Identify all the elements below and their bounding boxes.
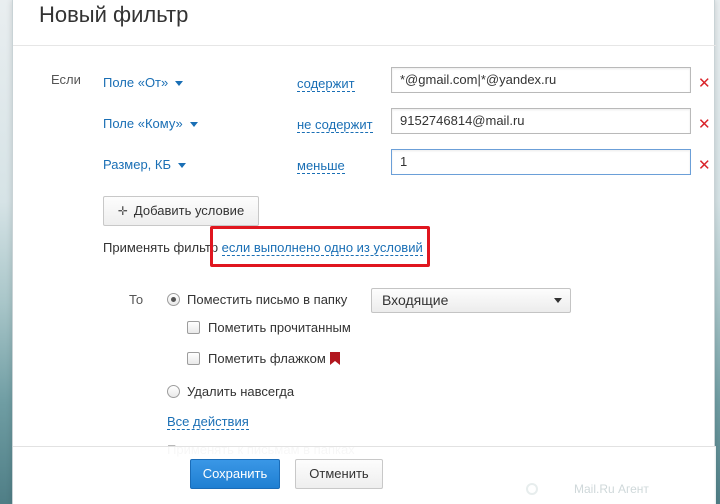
- condition-value-input-1[interactable]: *@gmail.com|*@yandex.ru: [391, 67, 691, 93]
- remove-condition-icon[interactable]: ✕: [698, 158, 711, 174]
- condition-field-label: Размер, КБ: [103, 157, 172, 172]
- condition-value-input-2[interactable]: 9152746814@mail.ru: [391, 108, 691, 134]
- condition-field-select-3[interactable]: Размер, КБ: [103, 157, 187, 172]
- caret-down-icon: [189, 122, 198, 128]
- all-actions-link[interactable]: Все действия: [167, 415, 249, 430]
- delete-forever-label: Удалить навсегда: [187, 384, 295, 399]
- apply-filter-prefix: Применять фильтр: [103, 240, 219, 255]
- mark-flag-label: Пометить флажком: [208, 351, 326, 366]
- caret-down-icon: [175, 81, 184, 87]
- move-to-folder-radio[interactable]: [167, 293, 180, 306]
- remove-condition-icon[interactable]: ✕: [698, 117, 711, 133]
- add-condition-button[interactable]: ✛ Добавить условие: [103, 196, 259, 226]
- condition-field-select-2[interactable]: Поле «Кому»: [103, 116, 198, 131]
- cancel-button[interactable]: Отменить: [295, 459, 383, 489]
- flag-icon: [330, 352, 340, 365]
- condition-field-label: Поле «Кому»: [103, 116, 183, 131]
- condition-value-input-3[interactable]: 1: [391, 149, 691, 175]
- condition-operator-1[interactable]: содержит: [297, 77, 355, 92]
- then-label: То: [129, 292, 144, 307]
- dialog-title: Новый фильтр: [39, 2, 189, 27]
- condition-operator-3[interactable]: меньше: [297, 159, 345, 174]
- save-button[interactable]: Сохранить: [190, 459, 280, 489]
- caret-down-icon: [178, 163, 187, 169]
- plus-icon: ✛: [117, 204, 128, 218]
- remove-condition-icon[interactable]: ✕: [698, 76, 711, 92]
- title-divider: [13, 45, 716, 46]
- condition-operator-2[interactable]: не содержит: [297, 118, 373, 133]
- folder-select[interactable]: Входящие: [371, 288, 571, 313]
- mark-read-checkbox[interactable]: [187, 321, 200, 334]
- folder-select-value: Входящие: [382, 292, 449, 308]
- if-label: Если: [51, 72, 81, 87]
- new-filter-dialog: Новый фильтр Если Поле «От» содержит *@g…: [12, 0, 716, 504]
- condition-field-select-1[interactable]: Поле «От»: [103, 75, 184, 90]
- agent-icon: [526, 483, 538, 495]
- mark-flag-checkbox[interactable]: [187, 352, 200, 365]
- mark-read-label: Пометить прочитанным: [208, 320, 351, 335]
- move-to-folder-label: Поместить письмо в папку: [187, 292, 348, 307]
- condition-field-label: Поле «От»: [103, 75, 169, 90]
- delete-forever-radio[interactable]: [167, 385, 180, 398]
- mail-agent-label: Mail.Ru Агент: [574, 482, 649, 496]
- add-condition-label: Добавить условие: [133, 203, 245, 218]
- highlight-box: [210, 226, 430, 267]
- caret-down-icon: [554, 298, 562, 303]
